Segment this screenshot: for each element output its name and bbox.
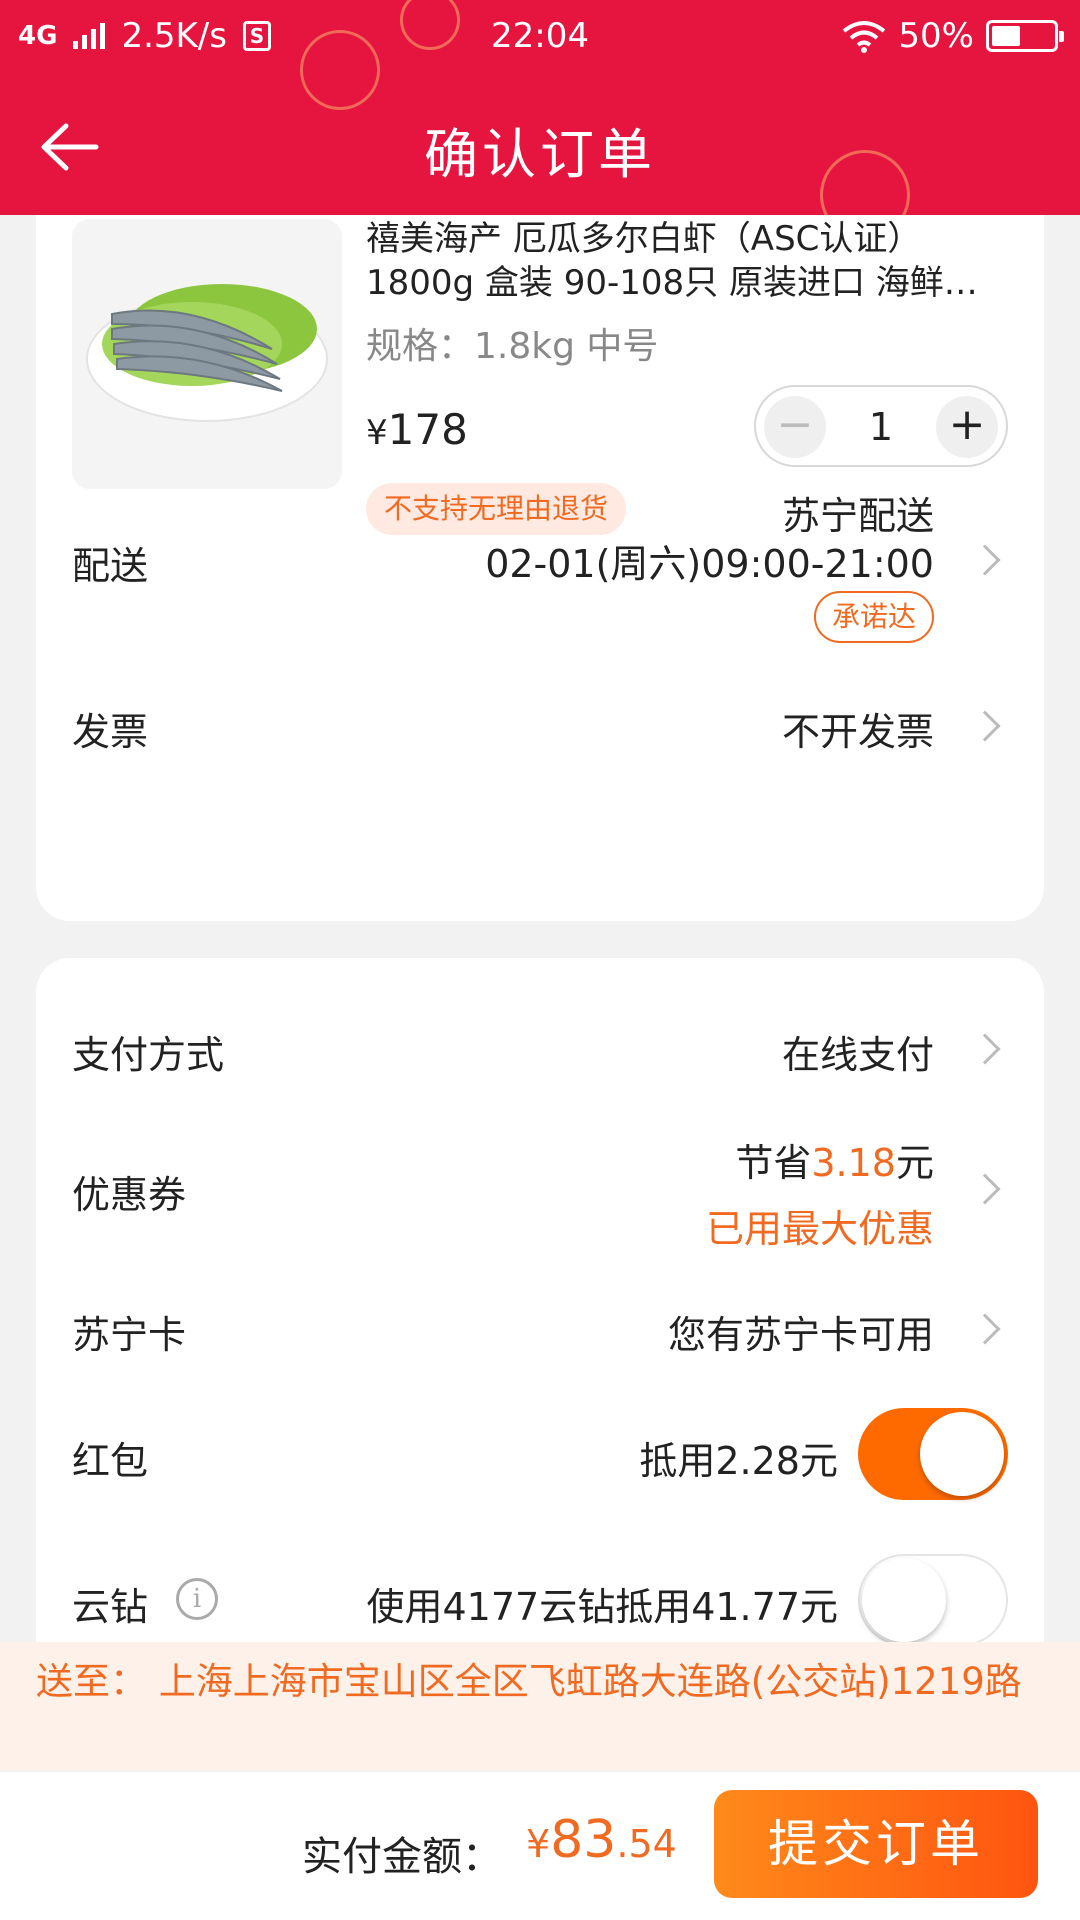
red-packet-toggle[interactable] [858, 1408, 1008, 1500]
total-amount-dec: .54 [616, 1822, 677, 1866]
quantity-stepper: − 1 + [754, 385, 1008, 467]
payment-label: 支付方式 [72, 1033, 225, 1077]
total-amount: ¥83.54 [526, 1810, 677, 1870]
total-amount-int: 83 [550, 1810, 617, 1870]
total-label: 实付金额： [302, 1834, 502, 1880]
suning-card-label: 苏宁卡 [72, 1313, 187, 1357]
coupon-status: 已用最大优惠 [705, 1207, 934, 1251]
price-value: 178 [387, 405, 468, 454]
payment-value: 在线支付 [781, 1033, 934, 1077]
header: 4G 2.5K/s S 22:04 50% 确认订单 [0, 0, 1080, 215]
submit-order-button[interactable]: 提交订单 [714, 1790, 1038, 1898]
suning-card-value: 您有苏宁卡可用 [667, 1313, 934, 1357]
invoice-value: 不开发票 [781, 710, 934, 754]
product-title-line: 1800g 盒装 90-108只 原装进口 海鲜… [366, 263, 978, 303]
cloud-diamond-toggle[interactable] [858, 1554, 1008, 1646]
shrimp-image [86, 284, 328, 422]
chevron-right-icon [969, 1313, 1001, 1345]
status-bar: 4G 2.5K/s S 22:04 50% [0, 0, 1080, 76]
chevron-right-icon [969, 544, 1001, 576]
toggle-knob [920, 1412, 1004, 1496]
product-title-line: 禧美海产 厄瓜多尔白虾（ASC认证） [366, 219, 922, 259]
product-spec: 规格：1.8kg 中号 [366, 326, 659, 367]
return-policy-badge: 不支持无理由退货 [366, 483, 627, 535]
delivery-label: 配送 [72, 544, 149, 588]
info-icon[interactable]: i [176, 1578, 218, 1620]
coupon-save-suffix: 元 [895, 1141, 934, 1185]
coupon-save-prefix: 节省 [735, 1141, 812, 1185]
cloud-diamond-value: 使用4177云钻抵用41.77元 [366, 1585, 839, 1629]
chevron-right-icon [969, 1033, 1001, 1065]
delivery-address-bar[interactable]: 送至： 上海上海市宝山区全区飞虹路大连路(公交站)1219路 [0, 1642, 1080, 1770]
delivery-time: 02-01(周六)09:00-21:00 [485, 542, 934, 586]
invoice-label: 发票 [72, 710, 149, 754]
order-items-card: 禧美海产 厄瓜多尔白虾（ASC认证） 1800g 盒装 90-108只 原装进口… [36, 215, 1044, 921]
chevron-right-icon [969, 1173, 1001, 1205]
total-currency: ¥ [526, 1822, 551, 1866]
battery-percent: 50% [898, 16, 974, 56]
battery-icon [986, 20, 1064, 52]
payment-card: 支付方式 在线支付 优惠券 节省3.18元 已用最大优惠 苏宁卡 您有苏宁卡可用… [36, 958, 1044, 1658]
red-packet-label: 红包 [72, 1439, 149, 1483]
coupon-label: 优惠券 [72, 1173, 187, 1217]
increase-button[interactable]: + [936, 396, 998, 458]
promise-badge: 承诺达 [813, 591, 934, 643]
toggle-knob [862, 1558, 946, 1642]
delivery-carrier: 苏宁配送 [781, 494, 934, 538]
coupon-save-amount: 3.18 [811, 1141, 896, 1185]
currency-symbol: ¥ [366, 413, 388, 453]
red-packet-value: 抵用2.28元 [639, 1439, 838, 1483]
checkout-bar: 实付金额： ¥83.54 提交订单 [0, 1772, 1080, 1920]
coupon-savings: 节省3.18元 [735, 1132, 934, 1187]
product-image[interactable] [72, 219, 342, 489]
cloud-diamond-label: 云钻 [72, 1585, 149, 1629]
product-price: ¥178 [366, 405, 468, 454]
product-title[interactable]: 禧美海产 厄瓜多尔白虾（ASC认证） 1800g 盒装 90-108只 原装进口… [366, 217, 1006, 305]
wifi-icon [843, 21, 886, 53]
page-title: 确认订单 [424, 123, 656, 186]
chevron-right-icon [969, 710, 1001, 742]
